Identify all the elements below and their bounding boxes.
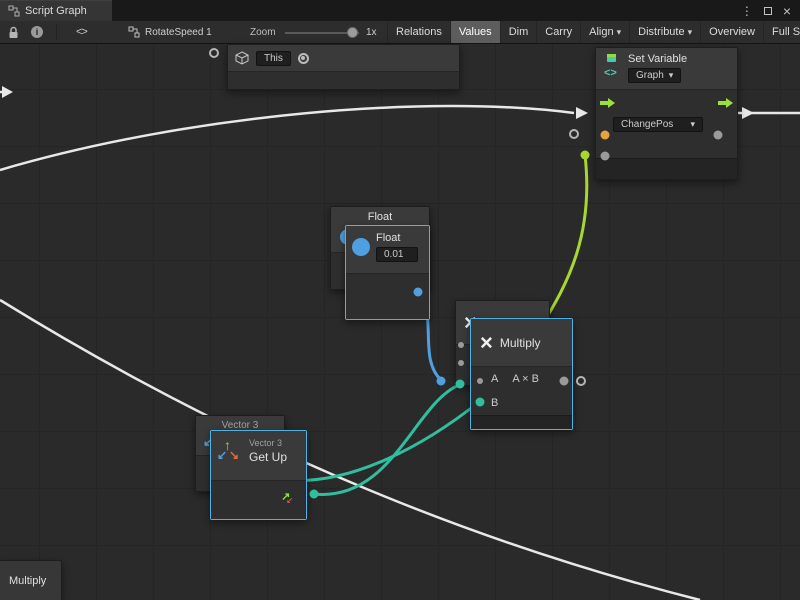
self-node[interactable]: This	[227, 44, 460, 90]
chevron-down-icon: ▾	[688, 27, 693, 38]
svg-text:<>: <>	[604, 67, 617, 79]
node-title: Set Variable	[628, 53, 687, 65]
breadcrumb[interactable]: RotateSpeed 1	[128, 21, 212, 43]
self-input-port[interactable]	[209, 48, 219, 58]
zoom-value: 1x	[366, 21, 377, 43]
toolbar-buttons: Relations Values Dim Carry Align▾ Distri…	[387, 21, 800, 43]
values-button[interactable]: Values	[450, 21, 500, 43]
titlebar: Script Graph ⋮ ×	[0, 0, 800, 21]
output-label: A × B	[512, 373, 539, 385]
zoom-label: Zoom	[250, 21, 276, 43]
multiply-output-port[interactable]	[560, 377, 569, 386]
node-type-label: Vector 3	[249, 438, 287, 448]
node-title: Vector 3	[196, 416, 284, 431]
graph-canvas[interactable]: This <> Set Variable Graph▾	[0, 44, 800, 600]
breadcrumb-label: RotateSpeed 1	[145, 27, 212, 38]
node-title: Float	[331, 207, 429, 223]
variable-scope-dropdown[interactable]: Graph▾	[628, 68, 681, 83]
carry-button[interactable]: Carry	[536, 21, 580, 43]
vector3-icon: ↑ ↙ ↘	[217, 438, 241, 464]
wire-arrow-icon	[742, 107, 754, 119]
get-up-node[interactable]: ↑ ↙ ↘ Vector 3 Get Up ↗↙	[210, 430, 307, 520]
flow-in-port[interactable]	[600, 98, 615, 108]
variable-output-port[interactable]	[714, 131, 723, 140]
node-title: Multiply	[0, 561, 61, 587]
close-icon[interactable]: ×	[783, 3, 791, 19]
variable-port[interactable]	[601, 131, 610, 140]
wire-arrow-icon	[576, 107, 588, 119]
tab-title: Script Graph	[25, 5, 87, 17]
wire-arrow-icon	[2, 86, 13, 98]
node-title: Get Up	[249, 450, 287, 464]
fullscreen-button[interactable]: Full Screen	[763, 21, 800, 43]
set-variable-input-port[interactable]	[569, 129, 579, 139]
script-graph-window: Script Graph ⋮ × i <> RotateSpeed 1 Zoom	[0, 0, 800, 600]
multiply-result-port[interactable]	[576, 376, 586, 386]
cube-icon	[235, 51, 249, 65]
value-input-port[interactable]	[601, 152, 610, 161]
flow-out-port[interactable]	[718, 98, 733, 108]
toolbar: i <> RotateSpeed 1 Zoom 1x Relations Val…	[0, 21, 800, 44]
node-title: Float	[376, 232, 418, 244]
code-edit-icon[interactable]: <>	[76, 21, 87, 43]
ghost-port[interactable]	[458, 342, 464, 348]
float-node[interactable]: Float 0.01	[345, 225, 430, 320]
distribute-button[interactable]: Distribute▾	[629, 21, 700, 43]
control-wire-in[interactable]	[0, 106, 574, 170]
multiply-node[interactable]: × Multiply A A × B B	[470, 318, 573, 430]
float-value-input[interactable]: 0.01	[376, 247, 418, 262]
ghost-port[interactable]	[458, 360, 464, 366]
node-title: Multiply	[500, 336, 541, 350]
multiply-input-b-port[interactable]	[476, 398, 485, 407]
multiply-input-a-port[interactable]	[477, 378, 483, 384]
set-variable-node[interactable]: <> Set Variable Graph▾ C	[595, 47, 738, 180]
variable-icon: <>	[603, 53, 621, 79]
self-target-chip[interactable]: This	[256, 51, 291, 66]
input-b-label: B	[491, 397, 498, 409]
get-up-output-port[interactable]	[310, 490, 319, 499]
corner-multiply-node[interactable]: Multiply	[0, 560, 62, 600]
float-wire-endpoint[interactable]	[437, 377, 446, 386]
vector-wire-endpoint[interactable]	[456, 380, 465, 389]
self-output-port[interactable]	[298, 53, 309, 64]
float-output-port[interactable]	[414, 288, 423, 297]
float-icon	[352, 238, 370, 256]
script-graph-icon	[8, 5, 20, 17]
chevron-down-icon: ▾	[617, 27, 622, 38]
chevron-down-icon: ▾	[690, 119, 695, 130]
window-menu-icon[interactable]: ⋮	[741, 4, 753, 18]
align-button[interactable]: Align▾	[580, 21, 629, 43]
variable-name-dropdown[interactable]: ChangePos▾	[613, 117, 703, 132]
overview-button[interactable]: Overview	[700, 21, 763, 43]
vector-output-icon: ↗↙	[281, 487, 297, 505]
info-icon[interactable]: i	[31, 21, 43, 43]
control-wire-diagonal[interactable]	[0, 300, 700, 600]
chevron-down-icon: ▾	[669, 70, 674, 81]
zoom-slider-handle[interactable]	[347, 27, 358, 38]
toolbar-divider	[56, 24, 57, 40]
value-wire-vector-1[interactable]	[314, 385, 459, 494]
graph-breadcrumb-icon	[128, 26, 140, 38]
input-a-label: A	[491, 373, 498, 385]
tab-script-graph[interactable]: Script Graph	[0, 0, 112, 21]
relations-button[interactable]: Relations	[387, 21, 450, 43]
lock-icon[interactable]	[8, 21, 19, 43]
multiply-icon: ×	[480, 332, 493, 354]
dim-button[interactable]: Dim	[500, 21, 537, 43]
object-wire-endpoint[interactable]	[581, 151, 590, 160]
maximize-icon[interactable]	[764, 7, 772, 15]
